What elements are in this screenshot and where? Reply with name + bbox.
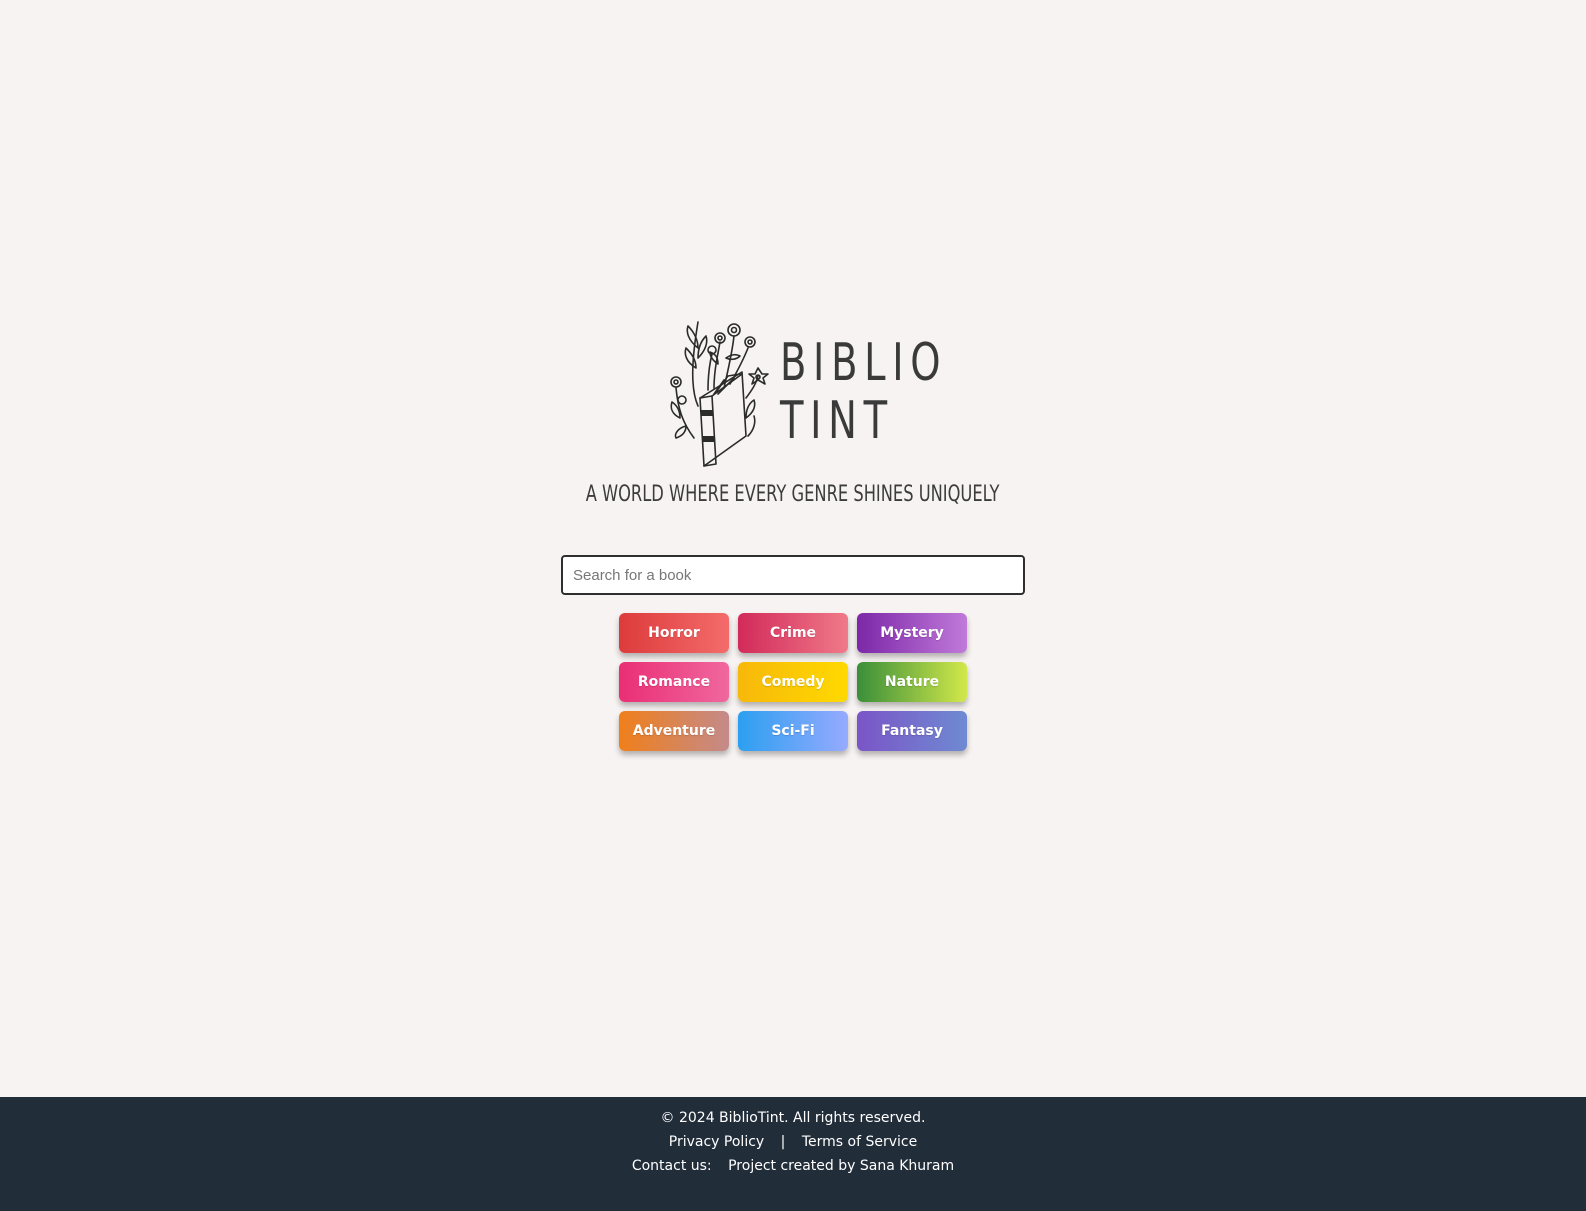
book-with-flowers-icon — [670, 321, 769, 467]
footer: © 2024 BiblioTint. All rights reserved. … — [0, 1097, 1586, 1211]
genre-button-crime[interactable]: Crime — [738, 613, 848, 653]
genre-button-horror[interactable]: Horror — [619, 613, 729, 653]
genre-button-romance[interactable]: Romance — [619, 662, 729, 702]
page: BIBLIO TINT A WORLD WHERE EVERY GENRE SH… — [0, 0, 1586, 1211]
privacy-policy-link[interactable]: Privacy Policy — [669, 1134, 764, 1150]
terms-of-service-link[interactable]: Terms of Service — [802, 1134, 917, 1150]
tagline: A WORLD WHERE EVERY GENRE SHINES UNIQUEL… — [0, 482, 1586, 507]
genre-button-fantasy[interactable]: Fantasy — [857, 711, 967, 751]
genre-button-sci-fi[interactable]: Sci-Fi — [738, 711, 848, 751]
brand-name: BIBLIO TINT — [780, 334, 947, 450]
genre-button-mystery[interactable]: Mystery — [857, 613, 967, 653]
copyright: © 2024 BiblioTint. All rights reserved. — [660, 1110, 926, 1126]
logo: BIBLIO TINT — [668, 318, 941, 470]
tagline-text: A WORLD WHERE EVERY GENRE SHINES UNIQUEL… — [586, 482, 1000, 507]
project-credit: Project created by Sana Khuram — [728, 1158, 955, 1174]
genre-button-adventure[interactable]: Adventure — [619, 711, 729, 751]
brand-line-2: TINT — [780, 391, 894, 451]
footer-links: Privacy Policy | Terms of Service — [0, 1134, 1586, 1150]
contact-label: Contact us: — [631, 1158, 712, 1174]
footer-separator: | — [780, 1134, 786, 1150]
genre-button-comedy[interactable]: Comedy — [738, 662, 848, 702]
footer-contact: Contact us: Project created by Sana Khur… — [0, 1158, 1586, 1174]
genre-grid: Horror Crime Mystery Romance Comedy Natu… — [619, 613, 967, 751]
genre-button-nature[interactable]: Nature — [857, 662, 967, 702]
brand-line-1: BIBLIO — [780, 333, 948, 393]
search-input[interactable] — [561, 555, 1025, 595]
